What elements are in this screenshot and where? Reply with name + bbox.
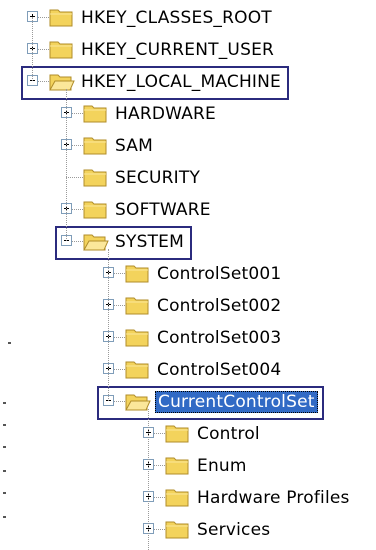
tree-node-label: Services xyxy=(197,520,271,540)
tree-connector-line xyxy=(148,409,149,550)
tree-node-label: HKEY_CURRENT_USER xyxy=(81,40,275,60)
folder-icon xyxy=(165,488,189,507)
tree-node-services[interactable]: Services xyxy=(0,516,376,546)
folder-icon xyxy=(165,520,189,539)
tree-node-label: Hardware Profiles xyxy=(197,488,350,508)
tree-node-software[interactable]: SOFTWARE xyxy=(0,196,376,226)
folder-icon xyxy=(165,424,189,443)
tree-node-hkey-current-user[interactable]: HKEY_CURRENT_USER xyxy=(0,36,376,66)
tree-node-label: Enum xyxy=(197,456,247,476)
tree-node-label: SAM xyxy=(115,136,154,156)
folder-icon xyxy=(49,40,73,59)
tree-node-label: SECURITY xyxy=(115,168,201,188)
tree-connector-line xyxy=(32,17,33,81)
tree-node-controlset004[interactable]: ControlSet004 xyxy=(0,356,376,386)
folder-icon xyxy=(165,456,189,475)
tree-node-controlset003[interactable]: ControlSet003 xyxy=(0,324,376,354)
tree-node-label: Control xyxy=(197,424,260,444)
tree-node-label: HKEY_CLASSES_ROOT xyxy=(81,8,272,28)
folder-icon xyxy=(125,264,149,283)
folder-icon xyxy=(125,360,149,379)
highlight-box xyxy=(97,386,324,420)
tree-node-enum[interactable]: Enum xyxy=(0,452,376,482)
tree-node-sam[interactable]: SAM xyxy=(0,132,376,162)
folder-icon xyxy=(49,8,73,27)
tree-node-hkey-classes-root[interactable]: HKEY_CLASSES_ROOT xyxy=(0,4,376,34)
tree-node-hardware-profiles[interactable]: Hardware Profiles xyxy=(0,484,376,514)
folder-icon xyxy=(125,328,149,347)
tree-node-label: ControlSet004 xyxy=(157,360,282,380)
tree-node-label: ControlSet003 xyxy=(157,328,282,348)
highlight-box xyxy=(21,66,289,100)
tree-node-controlset002[interactable]: ControlSet002 xyxy=(0,292,376,322)
tree-node-security[interactable]: SECURITY xyxy=(0,164,376,194)
tree-node-label: ControlSet002 xyxy=(157,296,282,316)
tree-node-control[interactable]: Control xyxy=(0,420,376,450)
folder-icon xyxy=(125,296,149,315)
folder-icon xyxy=(83,200,107,219)
folder-icon xyxy=(83,104,107,123)
highlight-box xyxy=(55,226,192,260)
folder-icon xyxy=(83,136,107,155)
tree-node-label: SOFTWARE xyxy=(115,200,211,220)
tree-node-controlset001[interactable]: ControlSet001 xyxy=(0,260,376,290)
folder-icon xyxy=(83,168,107,187)
tree-connector-line xyxy=(108,249,109,401)
registry-tree: HKEY_CLASSES_ROOT HKEY_CURRENT_USER HKEY_L… xyxy=(0,0,376,550)
tree-connector-line xyxy=(66,89,67,241)
tree-node-label: ControlSet001 xyxy=(157,264,282,284)
tree-node-label: HARDWARE xyxy=(115,104,216,124)
tree-node-hardware[interactable]: HARDWARE xyxy=(0,100,376,130)
